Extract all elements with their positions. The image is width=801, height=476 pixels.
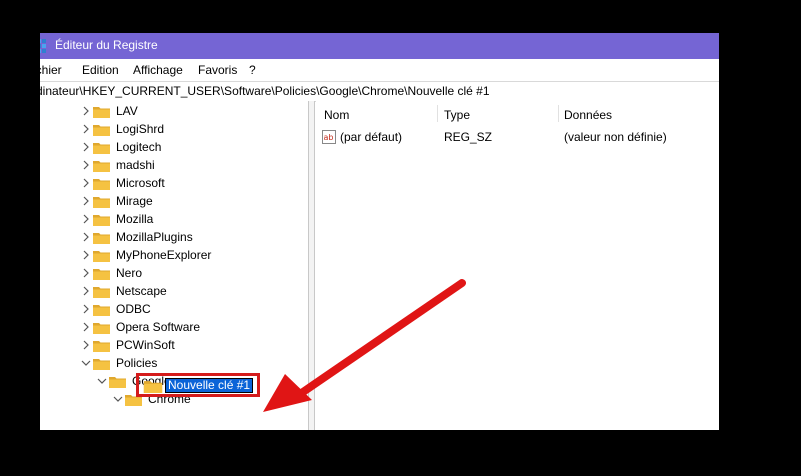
menu-favoris[interactable]: Favoris [198, 63, 237, 77]
folder-icon [93, 341, 110, 352]
address-path[interactable]: rdinateur\HKEY_CURRENT_USER\Software\Pol… [40, 84, 490, 98]
tree-node-label: LAV [116, 104, 138, 118]
chevron-right-icon[interactable] [81, 178, 91, 188]
folder-icon [143, 381, 163, 393]
value-name[interactable]: (par défaut) [340, 130, 402, 144]
tree-node-label: Microsoft [116, 176, 165, 190]
registry-editor-window: Éditeur du Registre ichier Edition Affic… [40, 33, 719, 430]
title-bar: Éditeur du Registre [40, 33, 719, 59]
menu-help[interactable]: ? [249, 63, 256, 77]
tree-node-label: ODBC [116, 302, 151, 316]
value-data: (valeur non définie) [564, 130, 667, 144]
tree-node-label: PCWinSoft [116, 338, 175, 352]
window-title: Éditeur du Registre [55, 38, 158, 52]
column-header-nom[interactable]: Nom [324, 108, 349, 122]
tree-node-label: MozillaPlugins [116, 230, 193, 244]
svg-text:ab: ab [324, 133, 334, 142]
chevron-down-icon[interactable] [97, 376, 107, 386]
chevron-right-icon[interactable] [81, 340, 91, 350]
folder-icon [93, 233, 110, 244]
tree-node-label: LogiShrd [116, 122, 165, 136]
tree-node-label: MyPhoneExplorer [116, 248, 212, 262]
tree-node-label: Policies [116, 356, 158, 370]
tree-node-label: Netscape [116, 284, 167, 298]
string-value-icon: ab [322, 130, 336, 144]
new-key-name-input[interactable]: Nouvelle clé #1 [165, 378, 254, 393]
folder-icon [93, 107, 110, 118]
folder-icon [93, 359, 110, 370]
values-pane: Nom Type Données ab (par défaut) REG_SZ … [316, 101, 719, 430]
column-separator[interactable] [558, 105, 559, 122]
chevron-right-icon[interactable] [81, 142, 91, 152]
chevron-right-icon[interactable] [81, 232, 91, 242]
chevron-right-icon[interactable] [81, 106, 91, 116]
tree-node-label: Mirage [116, 194, 153, 208]
chevron-down-icon[interactable] [81, 358, 91, 368]
folder-icon [93, 251, 110, 262]
menu-bar: ichier Edition Affichage Favoris ? [40, 59, 719, 81]
chevron-right-icon[interactable] [81, 250, 91, 260]
chevron-right-icon[interactable] [81, 124, 91, 134]
tree-node-label: Nero [116, 266, 143, 280]
tree-node-label: Mozilla [116, 212, 154, 226]
regedit-icon [40, 39, 46, 53]
new-key-highlight-box: Nouvelle clé #1 [136, 373, 260, 397]
chevron-right-icon[interactable] [81, 214, 91, 224]
folder-icon [109, 377, 126, 388]
chevron-right-icon[interactable] [81, 304, 91, 314]
folder-icon [93, 161, 110, 172]
chevron-down-icon[interactable] [113, 394, 123, 404]
tree-node-label: madshi [116, 158, 155, 172]
folder-icon [93, 125, 110, 136]
menu-affichage[interactable]: Affichage [133, 63, 183, 77]
menu-edition[interactable]: Edition [82, 63, 119, 77]
folder-icon [93, 269, 110, 280]
folder-icon [93, 287, 110, 298]
chevron-right-icon[interactable] [81, 268, 91, 278]
tree-node-label: Logitech [116, 140, 162, 154]
pane-divider-right [314, 101, 315, 430]
folder-icon [93, 179, 110, 190]
folder-icon [93, 215, 110, 226]
column-separator[interactable] [437, 105, 438, 122]
address-bar[interactable]: rdinateur\HKEY_CURRENT_USER\Software\Pol… [40, 81, 719, 102]
tree-node-label: Opera Software [116, 320, 201, 334]
folder-icon [93, 197, 110, 208]
folder-icon [93, 143, 110, 154]
column-header-donnees[interactable]: Données [564, 108, 612, 122]
chevron-right-icon[interactable] [81, 196, 91, 206]
value-type: REG_SZ [444, 130, 493, 144]
chevron-right-icon[interactable] [81, 322, 91, 332]
chevron-right-icon[interactable] [81, 286, 91, 296]
column-header-type[interactable]: Type [444, 108, 470, 122]
folder-icon [93, 323, 110, 334]
chevron-right-icon[interactable] [81, 160, 91, 170]
menu-fichier[interactable]: ichier [40, 63, 62, 77]
folder-icon [93, 305, 110, 316]
